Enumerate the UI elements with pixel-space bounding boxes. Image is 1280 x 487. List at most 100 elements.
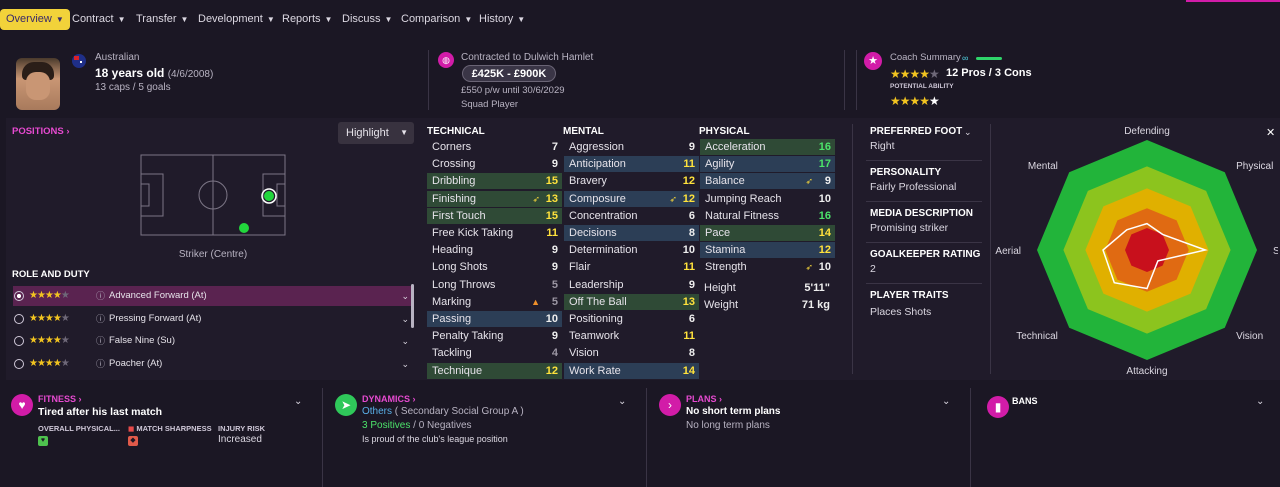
radar-label: Mental [1028, 161, 1058, 172]
attribute-row[interactable]: Finishing ➶ 13 [427, 190, 562, 207]
attribute-row[interactable]: First Touch 15 [427, 207, 562, 224]
mental-title: MENTAL [563, 126, 604, 137]
goalkeeper-rating-value: 2 [870, 263, 876, 275]
media-description-value: Promising striker [870, 222, 949, 234]
attribute-name: Concentration [569, 209, 638, 222]
tab-reports[interactable]: Reports ▼ [276, 9, 338, 30]
attribute-row[interactable]: Balance ➶ 9 [700, 173, 835, 190]
role-row[interactable]: ★★★★★ ⓘ Advanced Forward (At) ⌄ [13, 286, 413, 306]
preferred-foot-chevron-icon[interactable]: ⌄ [964, 127, 972, 138]
match-sharpness-label: ◼ MATCH SHARPNESS [128, 424, 212, 433]
role-row[interactable]: ★★★★★ ⓘ False Nine (Su) ⌄ [13, 331, 413, 351]
attribute-row[interactable]: Vision 8 [564, 345, 699, 361]
fitness-link[interactable]: FITNESS › [38, 394, 82, 404]
attribute-row[interactable]: Bravery 12 [564, 173, 699, 189]
info-icon[interactable]: ⓘ [96, 354, 105, 374]
main-panel: POSITIONS › Highlight ▼ Striker (Centre) … [6, 118, 1280, 380]
chevron-down-icon[interactable]: ⌄ [401, 309, 409, 329]
attribute-value: 10 [545, 313, 558, 325]
radio-icon[interactable] [14, 358, 24, 369]
attribute-row[interactable]: Heading 9 [427, 242, 562, 258]
attribute-row[interactable]: Decisions 8 [564, 225, 699, 241]
attribute-radar-chart: Defending Physical Speed Vision Attacking Tec… [995, 126, 1278, 377]
role-row[interactable]: ★★★★★ ⓘ Pressing Forward (At) ⌄ [13, 309, 413, 329]
attribute-row[interactable]: Agility 17 [700, 156, 835, 173]
plans-chevron-icon[interactable]: ⌄ [942, 396, 950, 407]
attribute-value: 7 [551, 141, 558, 153]
radio-icon[interactable] [14, 336, 24, 346]
role-row[interactable]: ★★★★★ ⓘ Poacher (At) ⌄ [13, 354, 413, 374]
chevron-down-icon[interactable]: ⌄ [401, 354, 409, 374]
attribute-row[interactable]: Dribbling 15 [427, 173, 562, 190]
height-row: Height 5'11" [704, 282, 830, 294]
tab-history[interactable]: History ▼ [473, 9, 531, 30]
chevron-down-icon[interactable]: ⌄ [401, 331, 409, 351]
attribute-row[interactable]: Determination 10 [564, 242, 699, 258]
radio-icon[interactable] [14, 291, 24, 301]
highlight-dropdown[interactable]: Highlight ▼ [338, 122, 414, 144]
attribute-row[interactable]: Positioning 6 [564, 311, 699, 327]
attribute-row[interactable]: Long Shots 9 [427, 259, 562, 275]
attribute-row[interactable]: Penalty Taking 9 [427, 328, 562, 344]
attribute-row[interactable]: Teamwork 11 [564, 328, 699, 344]
attribute-row[interactable]: Jumping Reach 10 [700, 191, 835, 207]
role-scrollbar[interactable] [411, 284, 414, 328]
attribute-row[interactable]: Composure ➶ 12 [564, 190, 699, 207]
dynamics-link[interactable]: DYNAMICS › [362, 394, 416, 404]
attribute-name: Off The Ball [569, 295, 627, 308]
info-icon[interactable]: ⓘ [96, 331, 105, 351]
potential-ability-stars: ★★★★★ [890, 94, 940, 108]
tab-comparison[interactable]: Comparison ▼ [395, 9, 478, 30]
attribute-row[interactable]: Technique 12 [427, 362, 562, 379]
dynamics-chevron-icon[interactable]: ⌄ [618, 396, 626, 407]
plans-link[interactable]: PLANS › [686, 394, 722, 404]
position-name: Striker (Centre) [178, 249, 248, 260]
attribute-row[interactable]: Free Kick Taking 11 [427, 225, 562, 241]
attribute-row[interactable]: Crossing 9 [427, 156, 562, 172]
attribute-row[interactable]: Natural Fitness 16 [700, 208, 835, 224]
attribute-row[interactable]: Long Throws 5 [427, 277, 562, 293]
radar-label: Vision [1236, 331, 1263, 342]
bans-chevron-icon[interactable]: ⌄ [1256, 396, 1264, 407]
attribute-row[interactable]: Work Rate 14 [564, 362, 699, 379]
attribute-row[interactable]: Flair 11 [564, 259, 699, 275]
tab-discuss[interactable]: Discuss ▼ [336, 9, 398, 30]
attribute-row[interactable]: Anticipation 11 [564, 156, 699, 173]
media-description-label: MEDIA DESCRIPTION [870, 208, 973, 219]
compass-icon: ➤ [335, 394, 357, 416]
personality-value: Fairly Professional [870, 181, 957, 193]
info-icon[interactable]: ⓘ [96, 286, 105, 306]
role-name: False Nine (Su) [109, 335, 175, 346]
attribute-row[interactable]: Acceleration 16 [700, 139, 835, 155]
tab-overview[interactable]: Overview ▼ [0, 9, 70, 30]
tab-development[interactable]: Development ▼ [192, 9, 281, 30]
attribute-name: Tackling [432, 347, 472, 360]
attribute-value: 14 [682, 364, 695, 377]
attribute-row[interactable]: Passing 10 [427, 311, 562, 327]
attribute-row[interactable]: Corners 7 [427, 139, 562, 155]
plans-status: No short term plans [686, 406, 781, 417]
fitness-chevron-icon[interactable]: ⌄ [294, 396, 302, 407]
attribute-row[interactable]: Stamina 12 [700, 242, 835, 259]
attribute-value: 9 [688, 278, 695, 291]
attribute-row[interactable]: Concentration 6 [564, 208, 699, 224]
chevron-down-icon[interactable]: ⌄ [401, 286, 409, 306]
physical-title: PHYSICAL [699, 126, 750, 137]
attribute-row[interactable]: Tackling 4 [427, 345, 562, 361]
tab-contract[interactable]: Contract ▼ [66, 9, 132, 30]
attribute-row[interactable]: Aggression 9 [564, 139, 699, 155]
attribute-row[interactable]: Marking ▲ 5 [427, 294, 562, 310]
tab-transfer[interactable]: Transfer ▼ [130, 9, 194, 30]
positions-link[interactable]: POSITIONS › [12, 126, 70, 137]
current-ability-stars: ★★★★★ [890, 67, 940, 81]
attribute-row[interactable]: Off The Ball 13 [564, 293, 699, 310]
attribute-name: Balance [705, 175, 745, 188]
role-duty-title: ROLE AND DUTY [12, 269, 90, 280]
attribute-row[interactable]: Strength ➶ 10 [700, 259, 835, 275]
attribute-row[interactable]: Leadership 9 [564, 277, 699, 293]
radio-icon[interactable] [14, 313, 24, 324]
info-icon[interactable]: ⓘ [96, 309, 105, 329]
transfer-value-badge[interactable]: £425K - £900K [462, 65, 556, 82]
attribute-name: Corners [432, 141, 472, 153]
attribute-row[interactable]: Pace 14 [700, 225, 835, 241]
